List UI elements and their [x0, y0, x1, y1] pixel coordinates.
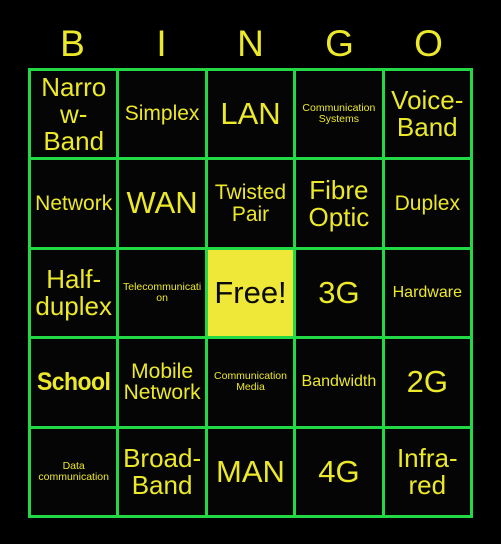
- bingo-cell-label: 2G: [406, 364, 448, 400]
- school-logo-cell[interactable]: School: [31, 339, 117, 426]
- bingo-cell-label: 3G: [318, 274, 360, 310]
- bingo-cell-label: Communication Systems: [302, 102, 376, 126]
- bingo-cell-label: Telecommunication: [122, 281, 202, 304]
- bingo-header: B I N G O: [28, 18, 473, 68]
- bingo-cell[interactable]: Hardware: [384, 249, 470, 337]
- bingo-cell[interactable]: 3G: [296, 249, 382, 337]
- bingo-cell[interactable]: Fibre Optic: [296, 160, 382, 247]
- bingo-cell-label: Communication Media: [214, 370, 287, 394]
- bingo-cell[interactable]: LAN: [207, 71, 294, 158]
- bingo-card: B I N G O Narrow-Band Simplex LAN Communica…: [0, 0, 501, 544]
- bingo-free-space[interactable]: Free!: [207, 249, 294, 337]
- bingo-cell[interactable]: 4G: [296, 428, 382, 515]
- bingo-cell-label: Half-duplex: [35, 263, 112, 321]
- bingo-cell[interactable]: Infra-red: [384, 428, 470, 515]
- header-letter-b: B: [60, 22, 85, 64]
- bingo-cell-label: Network: [35, 191, 113, 215]
- bingo-cell-label: WAN: [126, 185, 198, 221]
- bingo-cell[interactable]: Telecommunication: [119, 249, 205, 337]
- bingo-cell[interactable]: Simplex: [119, 71, 205, 158]
- bingo-cell[interactable]: Narrow-Band: [31, 71, 117, 158]
- bingo-cell-label: Infra-red: [396, 442, 458, 500]
- bingo-cell-label: Bandwidth: [301, 373, 377, 391]
- bingo-grid: Narrow-Band Simplex LAN Communication Syste…: [28, 68, 473, 518]
- bingo-cell-label: Mobile Network: [123, 359, 201, 405]
- bingo-cell-label: Simplex: [124, 102, 200, 126]
- bingo-cell[interactable]: 2G: [384, 339, 470, 426]
- bingo-cell[interactable]: Data communication: [31, 428, 117, 515]
- bingo-cell[interactable]: Duplex: [384, 160, 470, 247]
- bingo-cell[interactable]: Half-duplex: [31, 249, 117, 337]
- bingo-cell-label: School: [37, 368, 111, 397]
- bingo-cell-label: Data communication: [38, 459, 109, 483]
- bingo-cell-label: Broad-Band: [123, 442, 202, 500]
- bingo-cell[interactable]: Network: [31, 160, 117, 247]
- bingo-cell-label: LAN: [220, 96, 281, 132]
- header-letter-i: I: [156, 22, 167, 64]
- bingo-cell[interactable]: Twisted Pair: [207, 160, 294, 247]
- bingo-cell-label: Twisted Pair: [214, 180, 287, 226]
- bingo-cell[interactable]: WAN: [119, 160, 205, 247]
- bingo-cell-label: MAN: [216, 453, 285, 489]
- header-letter-o: O: [414, 22, 443, 64]
- bingo-cell-label: Voice-Band: [391, 85, 464, 143]
- bingo-cell-label: 4G: [318, 453, 360, 489]
- bingo-cell[interactable]: Communication Systems: [296, 71, 382, 158]
- bingo-cell-label: Free!: [214, 274, 287, 310]
- bingo-cell[interactable]: Voice-Band: [384, 71, 470, 158]
- bingo-cell-label: Duplex: [394, 191, 460, 215]
- header-letter-n: N: [237, 22, 264, 64]
- bingo-cell-label: Fibre Optic: [308, 174, 370, 232]
- bingo-cell[interactable]: Bandwidth: [296, 339, 382, 426]
- header-letter-g: G: [325, 22, 354, 64]
- bingo-cell[interactable]: Broad-Band: [119, 428, 205, 515]
- bingo-cell-label: Narrow-Band: [41, 71, 107, 156]
- bingo-cell[interactable]: MAN: [207, 428, 294, 515]
- bingo-cell[interactable]: Mobile Network: [119, 339, 205, 426]
- bingo-cell-label: Hardware: [392, 283, 462, 301]
- bingo-cell[interactable]: Communication Media: [207, 339, 294, 426]
